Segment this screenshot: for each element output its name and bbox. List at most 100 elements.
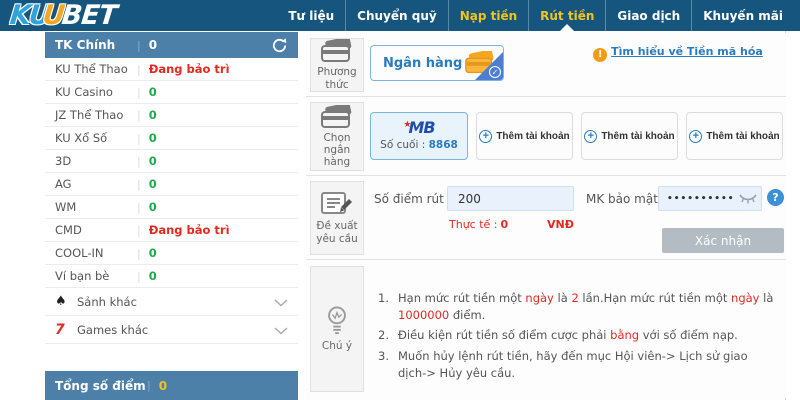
password-input[interactable]: •••••••••• xyxy=(658,186,762,211)
chevron-down-icon xyxy=(274,320,288,339)
account-row: 3D | 0 xyxy=(45,150,298,173)
account-name: KU Casino xyxy=(55,85,137,99)
kubet-logo[interactable]: KUUBET xyxy=(8,0,118,31)
account-balance: 0 xyxy=(149,108,157,122)
eye-closed-icon[interactable] xyxy=(739,194,757,204)
nav-item-khuyến-mãi[interactable]: Khuyến mãi xyxy=(691,0,794,31)
seven-icon: 7 xyxy=(55,322,73,338)
notes-list: 1. Hạn mức rút tiền một ngày là 2 lần.Hạ… xyxy=(378,290,778,385)
bank-method-label: Ngân hàng xyxy=(383,56,463,71)
method-box: Phương thức xyxy=(310,38,364,92)
total-points-label: Tổng số điểm xyxy=(55,379,147,393)
request-section: Đề xuất yêu cầu Số điểm rút : Thực tế :0… xyxy=(306,176,786,260)
help-icon[interactable]: ? xyxy=(767,189,784,206)
expandable-row[interactable]: ♠ Sảnh khác xyxy=(45,288,298,316)
note-number: 2. xyxy=(378,327,398,344)
account-row: AG | 0 xyxy=(45,173,298,196)
account-name: AG xyxy=(55,177,137,191)
account-name: Ví bạn bè xyxy=(55,269,137,283)
separator: | xyxy=(137,63,141,76)
nav-item-chuyển-quỹ[interactable]: Chuyển quỹ xyxy=(345,0,448,31)
refresh-icon[interactable] xyxy=(271,37,288,54)
note-item: 2. Điều kiện rút tiền số điểm cược phải … xyxy=(378,327,778,344)
info-icon: ! xyxy=(593,48,607,62)
notes-section: Chú ý 1. Hạn mức rút tiền một ngày là 2 … xyxy=(306,260,786,398)
separator: | xyxy=(137,224,141,237)
nav-item-label: Nạp tiền xyxy=(460,9,517,23)
account-name: 3D xyxy=(55,154,137,168)
bulb-icon xyxy=(323,305,351,337)
crypto-info-link[interactable]: Tìm hiểu về Tiền mã hóa xyxy=(611,45,763,58)
main-account-label: TK Chính xyxy=(55,38,137,52)
nav-item-label: Khuyến mãi xyxy=(703,9,783,23)
nav-item-nạp-tiền[interactable]: Nạp tiền xyxy=(448,0,528,31)
method-section: Phương thức Ngân hàng ✓ ! Tìm hiểu về Tiề… xyxy=(306,33,786,97)
nav-item-label: Rút tiền xyxy=(540,9,594,23)
amount-label: Số điểm rút : xyxy=(374,192,452,206)
add-account-buttons: + Thêm tài khoản + Thêm tài khoản + Thêm… xyxy=(476,112,783,160)
expandable-row[interactable]: 7 Games khác xyxy=(45,316,298,344)
account-row: KU Thể Thao | Đang bảo trì xyxy=(45,58,298,81)
separator: | xyxy=(137,178,141,191)
account-name: JZ Thể Thao xyxy=(55,108,137,122)
amount-input[interactable] xyxy=(447,186,574,211)
selected-bank-card[interactable]: ★MB Số cuối : 8868 xyxy=(370,112,468,160)
password-value: •••••••••• xyxy=(667,194,739,204)
add-account-button[interactable]: + Thêm tài khoản xyxy=(476,112,573,160)
nav-item-label: Giao dịch xyxy=(617,9,680,23)
separator: | xyxy=(137,247,141,260)
crypto-info: ! Tìm hiểu về Tiền mã hóa xyxy=(592,45,764,62)
confirm-button[interactable]: Xác nhận xyxy=(662,228,784,253)
cards-icon xyxy=(319,105,355,129)
account-row: WM | 0 xyxy=(45,196,298,219)
account-rows: KU Thể Thao | Đang bảo trì KU Casino | 0… xyxy=(45,58,298,288)
expandable-rows: ♠ Sảnh khác 7 Games khác xyxy=(45,288,298,344)
separator: | xyxy=(137,132,141,145)
note-number: 1. xyxy=(378,290,398,323)
separator: | xyxy=(137,155,141,168)
account-balance: Đang bảo trì xyxy=(149,223,230,237)
plus-circle-icon: + xyxy=(689,130,702,143)
expandable-label: Sảnh khác xyxy=(77,295,137,309)
account-row: JZ Thể Thao | 0 xyxy=(45,104,298,127)
account-row: KU Casino | 0 xyxy=(45,81,298,104)
account-row: CMD | Đang bảo trì xyxy=(45,219,298,242)
add-account-button[interactable]: + Thêm tài khoản xyxy=(581,112,678,160)
cards-icon xyxy=(319,39,355,63)
active-tab-caret xyxy=(560,24,574,31)
account-balance: 0 xyxy=(149,200,157,214)
total-points-bar: Tổng số điểm | 0 xyxy=(45,371,298,400)
expandable-label: Games khác xyxy=(77,323,148,337)
currency-label: VNĐ xyxy=(547,218,574,231)
notes-box: Chú ý xyxy=(310,266,364,392)
password-label: MK bảo mật : xyxy=(586,192,666,206)
request-form-icon xyxy=(320,191,354,217)
nav-item-giao-dịch[interactable]: Giao dịch xyxy=(605,0,691,31)
add-account-label: Thêm tài khoản xyxy=(496,131,569,142)
mb-bank-logo: ★MB xyxy=(371,118,467,137)
note-text: Điều kiện rút tiền số điểm cược phải bằn… xyxy=(398,327,738,344)
add-account-button[interactable]: + Thêm tài khoản xyxy=(686,112,783,160)
account-name: KU Xổ Số xyxy=(55,131,137,145)
main-account-balance: 0 xyxy=(149,38,157,52)
nav-item-rút-tiền[interactable]: Rút tiền xyxy=(528,0,605,31)
nav-item-tư-liệu[interactable]: Tư liệu xyxy=(277,0,345,31)
note-number: 3. xyxy=(378,348,398,381)
account-name: COOL-IN xyxy=(55,246,137,260)
account-row: COOL-IN | 0 xyxy=(45,242,298,265)
account-sidebar: TK Chính | 0 KU Thể Thao | Đang bảo trì … xyxy=(45,32,298,400)
bank-method-button[interactable]: Ngân hàng ✓ xyxy=(370,45,504,81)
withdraw-page: KUUBET Tư liệu Chuyển quỹ Nạp tiền Rút t… xyxy=(0,0,800,400)
account-balance: 0 xyxy=(149,269,157,283)
bank-box-label: Chọn ngân hàng xyxy=(311,132,363,168)
card-last-digits: Số cuối : 8868 xyxy=(371,139,467,151)
plus-circle-icon: + xyxy=(479,130,492,143)
top-header: KUUBET Tư liệu Chuyển quỹ Nạp tiền Rút t… xyxy=(0,0,800,31)
separator: | xyxy=(147,379,151,392)
check-icon: ✓ xyxy=(489,66,501,78)
withdraw-panel: Phương thức Ngân hàng ✓ ! Tìm hiểu về Tiề… xyxy=(306,31,786,400)
bank-section: Chọn ngân hàng ★MB Số cuối : 8868 + Thêm… xyxy=(306,97,786,176)
notes-box-label: Chú ý xyxy=(322,340,352,352)
method-box-label: Phương thức xyxy=(311,66,363,90)
total-points-value: 0 xyxy=(159,379,167,393)
